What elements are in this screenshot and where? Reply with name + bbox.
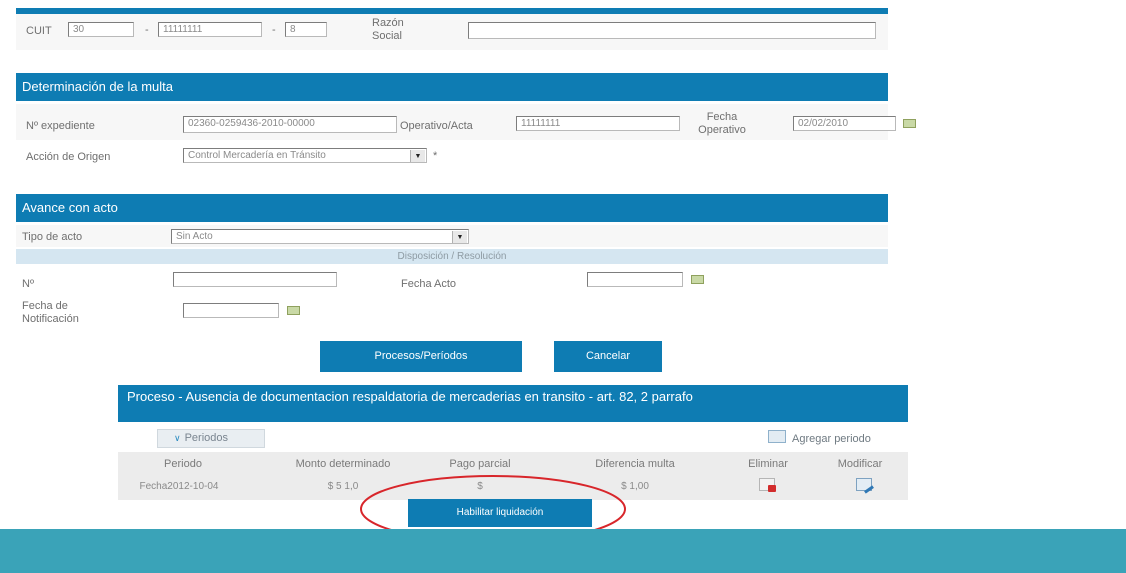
operativo-input[interactable]: 11111111 (516, 116, 680, 131)
procesos-periodos-button[interactable]: Procesos/Períodos (320, 341, 522, 372)
cancelar-button[interactable]: Cancelar (554, 341, 662, 372)
edit-icon[interactable] (856, 478, 872, 491)
fecha-notificacion-label: Fecha de Notificación (22, 300, 79, 325)
numero-input[interactable] (173, 272, 337, 287)
cuit-part2-input[interactable]: 11111111 (158, 22, 262, 37)
periodos-toggle-label: Periodos (184, 432, 229, 444)
expediente-label: Nº expediente (26, 120, 95, 132)
fecha-operativo-input[interactable]: 02/02/2010 (793, 116, 896, 131)
cuit-separator-2: - (272, 24, 276, 36)
accion-origen-label: Acción de Origen (26, 151, 111, 163)
cuit-part3-input[interactable]: 8 (285, 22, 327, 37)
operativo-label: Operativo/Acta (400, 120, 473, 132)
col-modificar: Modificar (837, 458, 883, 470)
cuit-part1-input[interactable]: 30 (68, 22, 134, 37)
col-periodo: Periodo (164, 458, 202, 470)
cuit-separator-1: - (145, 24, 149, 36)
disposicion-subheader: Disposición / Resolución (16, 249, 888, 264)
add-document-icon (768, 430, 786, 443)
accion-origen-select[interactable]: Control Mercadería en Tránsito ▼ (183, 148, 427, 163)
numero-label: Nº (22, 278, 34, 290)
delete-icon[interactable] (759, 478, 776, 492)
chevron-down-icon[interactable]: ▼ (452, 231, 467, 243)
fecha-notificacion-input[interactable] (183, 303, 279, 318)
chevron-down-icon[interactable]: ▼ (410, 150, 425, 162)
fecha-acto-calendar-icon[interactable] (691, 275, 704, 284)
tipo-acto-select[interactable]: Sin Acto ▼ (171, 229, 469, 244)
agregar-periodo-link[interactable]: Agregar periodo (768, 429, 906, 448)
col-pago: Pago parcial (449, 458, 511, 470)
required-asterisk: * (433, 150, 438, 162)
periodos-toggle[interactable]: ∨ Periodos (157, 429, 265, 448)
fecha-operativo-label: Fecha Operativo (698, 111, 746, 136)
fecha-operativo-calendar-icon[interactable] (903, 119, 916, 128)
col-eliminar: Eliminar (748, 458, 788, 470)
chevron-down-icon: ∨ (174, 433, 181, 443)
multa-section-header: Determinación de la multa (16, 73, 888, 101)
fecha-notificacion-calendar-icon[interactable] (287, 306, 300, 315)
expediente-input[interactable]: 02360-0259436-2010-00000 (183, 116, 397, 133)
razon-social-input[interactable] (468, 22, 876, 39)
footer-band (0, 529, 1126, 573)
fecha-acto-input[interactable] (587, 272, 683, 287)
avance-section-header: Avance con acto (16, 194, 888, 222)
agregar-periodo-label: Agregar periodo (792, 433, 871, 445)
tipo-acto-label: Tipo de acto (22, 231, 83, 243)
cell-periodo: Fecha2012-10-04 (139, 481, 219, 492)
tipo-acto-value: Sin Acto (176, 231, 213, 242)
razon-social-label: Razón Social (372, 17, 404, 42)
cuit-label: CUIT (26, 25, 52, 37)
accion-origen-value: Control Mercadería en Tránsito (188, 150, 326, 161)
proceso-panel-title: Proceso - Ausencia de documentacion resp… (127, 389, 693, 404)
col-diferencia: Diferencia multa (595, 458, 675, 470)
col-monto: Monto determinado (295, 458, 391, 470)
fecha-acto-label: Fecha Acto (401, 278, 457, 290)
